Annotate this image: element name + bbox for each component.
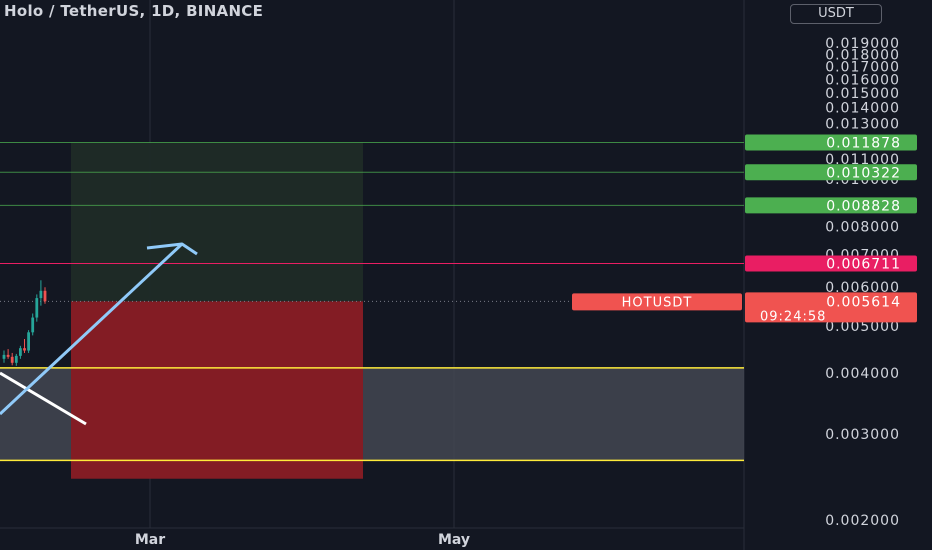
target-price-tag-label: 0.008828 [826,198,901,214]
chart-title: Holo / TetherUS, 1D, BINANCE [4,2,264,20]
y-tick-label: 0.015000 [825,86,900,102]
candle-body [10,356,14,363]
price-chart[interactable]: 0.0190000.0180000.0170000.0160000.015000… [0,0,932,550]
candle-body [6,354,10,357]
entry-price-tag-label: 0.006711 [826,256,901,272]
candle-body [23,348,26,351]
y-tick-label: 0.002000 [825,513,900,529]
x-tick-label: Mar [135,532,165,548]
candle-body [14,355,18,363]
x-tick-label: May [438,532,470,548]
currency-badge[interactable]: USDT [790,4,882,24]
countdown-label: 09:24:58 [760,309,826,324]
profit-zone [71,142,363,302]
y-tick-label: 0.013000 [825,116,900,132]
symbol-tag-label: HOTUSDT [622,295,693,310]
candle-body [19,348,22,356]
candle-body [27,332,30,351]
target-price-tag-label: 0.010322 [826,165,901,181]
target-price-tag-label: 0.011878 [826,136,901,152]
candle-body [31,317,35,333]
last-price-label: 0.005614 [826,294,901,310]
y-tick-label: 0.008000 [825,219,900,235]
candle-body [35,298,39,318]
loss-zone [71,301,363,479]
y-tick-label: 0.004000 [825,366,900,382]
candle-body [2,354,6,359]
y-tick-label: 0.003000 [825,427,900,443]
candle-body [39,290,43,299]
candle-body [43,290,47,302]
y-tick-label: 0.014000 [825,101,900,117]
